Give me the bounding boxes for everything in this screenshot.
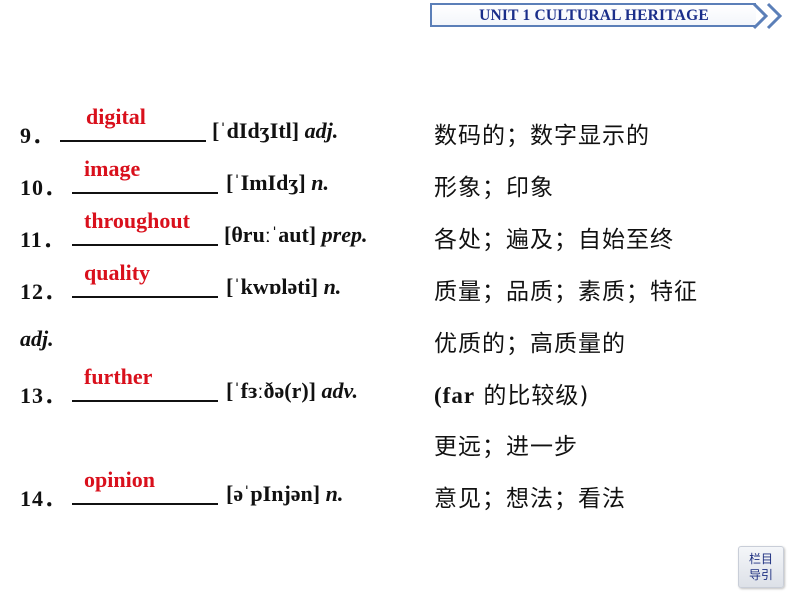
double-chevron-right-icon xyxy=(752,2,783,30)
meaning-note-rest: 的比较级) xyxy=(475,383,590,409)
phonetic: [ˈkwɒləti] n. xyxy=(226,274,341,300)
item-number: 13． xyxy=(20,383,68,408)
section-nav-button[interactable]: 栏目 导引 xyxy=(738,546,784,588)
phonetic-text: [ˈImIdʒ] xyxy=(226,170,306,195)
answer-word: throughout xyxy=(84,208,190,233)
answer-blank xyxy=(72,296,218,298)
answer-word: quality xyxy=(84,260,151,285)
answer-blank xyxy=(72,503,218,505)
vocab-item: 12． quality [ˈkwɒləti] n. 质量；品质；素质；特征 xyxy=(0,260,794,305)
nav-button-line2: 导引 xyxy=(748,568,773,582)
item-number: 9． xyxy=(20,123,56,148)
answer-word: digital xyxy=(86,104,146,129)
meaning-note-word: (far xyxy=(434,383,476,408)
answer-blank xyxy=(72,244,218,246)
meaning: 各处；遍及；自始至终 xyxy=(434,227,674,253)
meaning: 形象；印象 xyxy=(434,175,554,201)
part-of-speech: n. xyxy=(325,481,344,506)
phonetic: [ˈfɜːðə(r)] adv. xyxy=(226,378,358,404)
answer-blank xyxy=(60,140,206,142)
phonetic-text: [θruːˈaut] xyxy=(224,222,317,247)
phonetic: [ˈImIdʒ] n. xyxy=(226,170,329,196)
vocab-item: 10． image [ˈImIdʒ] n. 形象；印象 xyxy=(0,156,794,201)
item-number: 10． xyxy=(20,175,68,200)
answer-word: further xyxy=(84,364,153,389)
vocab-item: 11． throughout [θruːˈaut] prep. 各处；遍及；自始… xyxy=(0,208,794,253)
unit-header-banner: UNIT 1 CULTURAL HERITAGE xyxy=(430,3,756,27)
vocab-item-extra: 更远；进一步 xyxy=(0,417,794,460)
answer-blank xyxy=(72,192,218,194)
phonetic-text: [əˈpInjən] xyxy=(226,481,321,506)
answer-word: opinion xyxy=(84,467,155,492)
phonetic-text: [ˈkwɒləti] xyxy=(226,274,319,299)
phonetic: [θruːˈaut] prep. xyxy=(224,222,367,248)
meaning: 更远；进一步 xyxy=(434,434,578,460)
part-of-speech: n. xyxy=(311,170,329,195)
meaning: 质量；品质；素质；特征 xyxy=(434,279,698,305)
vocab-item: 14． opinion [əˈpInjən] n. 意见；想法；看法 xyxy=(0,467,794,512)
answer-word: image xyxy=(84,156,141,181)
vocab-item: 13． further [ˈfɜːðə(r)] adv. (far 的比较级) xyxy=(0,364,794,409)
meaning-note: (far 的比较级) xyxy=(434,376,589,410)
phonetic-text: [ˈdIdʒItl] xyxy=(212,118,300,143)
answer-blank xyxy=(72,400,218,402)
part-of-speech: adv. xyxy=(321,378,358,403)
part-of-speech: adj. xyxy=(304,118,339,143)
unit-title: UNIT 1 CULTURAL HERITAGE xyxy=(479,7,709,24)
phonetic: [ˈdIdʒItl] adj. xyxy=(212,118,338,144)
part-of-speech: n. xyxy=(323,274,342,299)
meaning: 意见；想法；看法 xyxy=(434,486,626,512)
meaning: 优质的；高质量的 xyxy=(434,331,626,357)
meaning: 数码的；数字显示的 xyxy=(434,123,650,149)
part-of-speech: prep. xyxy=(321,222,368,247)
vocab-item: 9． digital [ˈdIdʒItl] adj. 数码的；数字显示的 xyxy=(0,104,794,149)
item-number: 12． xyxy=(20,279,68,304)
phonetic-text: [ˈfɜːðə(r)] xyxy=(226,378,316,403)
item-number: 14． xyxy=(20,486,68,511)
item-number: 11． xyxy=(20,227,66,252)
phonetic: [əˈpInjən] n. xyxy=(226,481,343,507)
nav-button-line1: 栏目 xyxy=(748,552,773,566)
part-of-speech: adj. xyxy=(20,326,54,351)
vocab-item-extra: adj. 优质的；高质量的 xyxy=(0,314,794,357)
